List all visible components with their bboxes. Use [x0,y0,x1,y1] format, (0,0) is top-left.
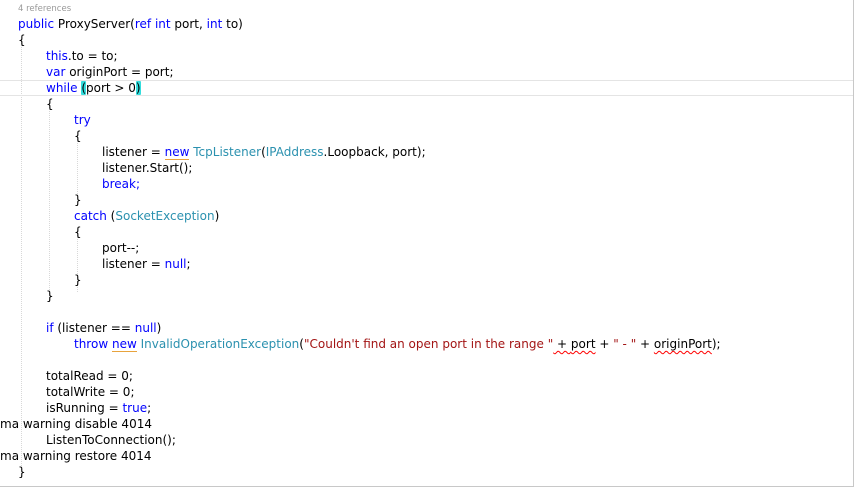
code-text: ) [214,209,220,223]
code-text: listener.Start(); [102,161,193,175]
matched-paren-highlight: ) [135,81,141,95]
code-text: } [18,465,26,479]
string-literal: " - " [613,337,637,351]
code-text: port > 0 [86,81,136,95]
code-line-signature[interactable]: public ProxyServer(ref int port, int to) [0,16,853,32]
code-line-isrunning[interactable]: isRunning = true; [0,400,853,416]
code-text: ListenToConnection(); [46,433,176,447]
code-line-try[interactable]: try [0,112,853,128]
code-text: { [74,225,82,239]
code-line-totalwrite[interactable]: totalWrite = 0; [0,384,853,400]
code-text: to) [222,17,243,31]
code-text: port--; [102,241,140,255]
type-name: IPAddress [265,145,324,159]
type-name: SocketException [115,209,215,223]
code-line-while-current[interactable]: while (port > 0) [0,80,853,96]
code-text: { [18,33,26,47]
code-line-pragma-disable[interactable]: ma warning disable 4014 [0,416,853,432]
keyword-suggestion: new [164,145,190,160]
keyword: public [18,17,55,31]
code-text: totalRead = 0; [46,369,133,383]
string-literal: "Couldn't find an open port in the range… [303,337,554,351]
error-squiggle: port [570,337,596,351]
code-text: ma warning disable 4014 [0,417,152,431]
code-line-try-open[interactable]: { [0,128,853,144]
code-text: ) [156,321,162,335]
error-squiggle: + [553,337,571,351]
keyword: catch [74,209,107,223]
code-text: { [46,97,54,111]
code-text: (listener == [53,321,135,335]
code-text: ); [711,337,721,351]
code-line-catch-close[interactable]: } [0,272,853,288]
code-line-totalread[interactable]: totalRead = 0; [0,368,853,384]
code-line-while-close[interactable]: } [0,288,853,304]
code-line-break[interactable]: break; [0,176,853,192]
code-text: originPort = port; [65,65,174,79]
code-line-listen[interactable]: ListenToConnection(); [0,432,853,448]
code-text: } [74,193,82,207]
keyword: true [122,401,148,415]
keyword: this [46,49,68,63]
code-line-catch-open[interactable]: { [0,224,853,240]
codelens-references[interactable]: 4 references [18,3,71,16]
keyword: while [46,81,78,95]
code-text: .Loopback, port); [323,145,426,159]
keyword: null [134,321,157,335]
code-line-var-originport[interactable]: var originPort = port; [0,64,853,80]
code-text: { [74,129,82,143]
keyword-suggestion: new [111,337,137,352]
keyword: null [164,257,187,271]
code-text: totalWrite = 0; [46,385,135,399]
keyword: throw [74,337,109,351]
error-squiggle: originPort [653,337,712,351]
keyword: var [46,65,66,79]
code-line-port-decrement[interactable]: port--; [0,240,853,256]
keyword: int [154,17,171,31]
code-text: listener = [102,257,165,271]
code-line-this-to[interactable]: this.to = to; [0,48,853,64]
type-name: TcpListener [193,145,262,159]
keyword: try [74,113,91,127]
code-text: .to = to; [67,49,118,63]
code-line-throw[interactable]: throw new InvalidOperationException("Cou… [0,336,853,352]
code-line-try-close[interactable]: } [0,192,853,208]
code-line-open-brace[interactable]: { [0,32,853,48]
code-text: } [74,273,82,287]
code-text: listener = [102,145,165,159]
code-text: + [636,337,654,351]
code-line-if[interactable]: if (listener == null) [0,320,853,336]
code-text: } [46,289,54,303]
type-name: InvalidOperationException [140,337,300,351]
code-line-while-open[interactable]: { [0,96,853,112]
code-line-new-listener[interactable]: listener = new TcpListener(IPAddress.Loo… [0,144,853,160]
code-line-pragma-restore[interactable]: ma warning restore 4014 [0,448,853,464]
code-line-listener-start[interactable]: listener.Start(); [0,160,853,176]
code-text: ProxyServer( [54,17,135,31]
code-text: ma warning restore 4014 [0,449,152,463]
code-editor[interactable]: 4 references public ProxyServer(ref int … [0,0,854,487]
code-line-close-brace[interactable]: } [0,464,853,480]
keyword: if [46,321,54,335]
code-line-catch[interactable]: catch (SocketException) [0,208,853,224]
code-text: ; [186,257,191,271]
code-text: ; [147,401,152,415]
keyword: break; [102,177,141,191]
code-text: port, [170,17,207,31]
code-text: + [595,337,614,351]
keyword: int [206,17,223,31]
code-line-listener-null[interactable]: listener = null; [0,256,853,272]
code-text: isRunning = [46,401,123,415]
keyword: ref [134,17,152,31]
